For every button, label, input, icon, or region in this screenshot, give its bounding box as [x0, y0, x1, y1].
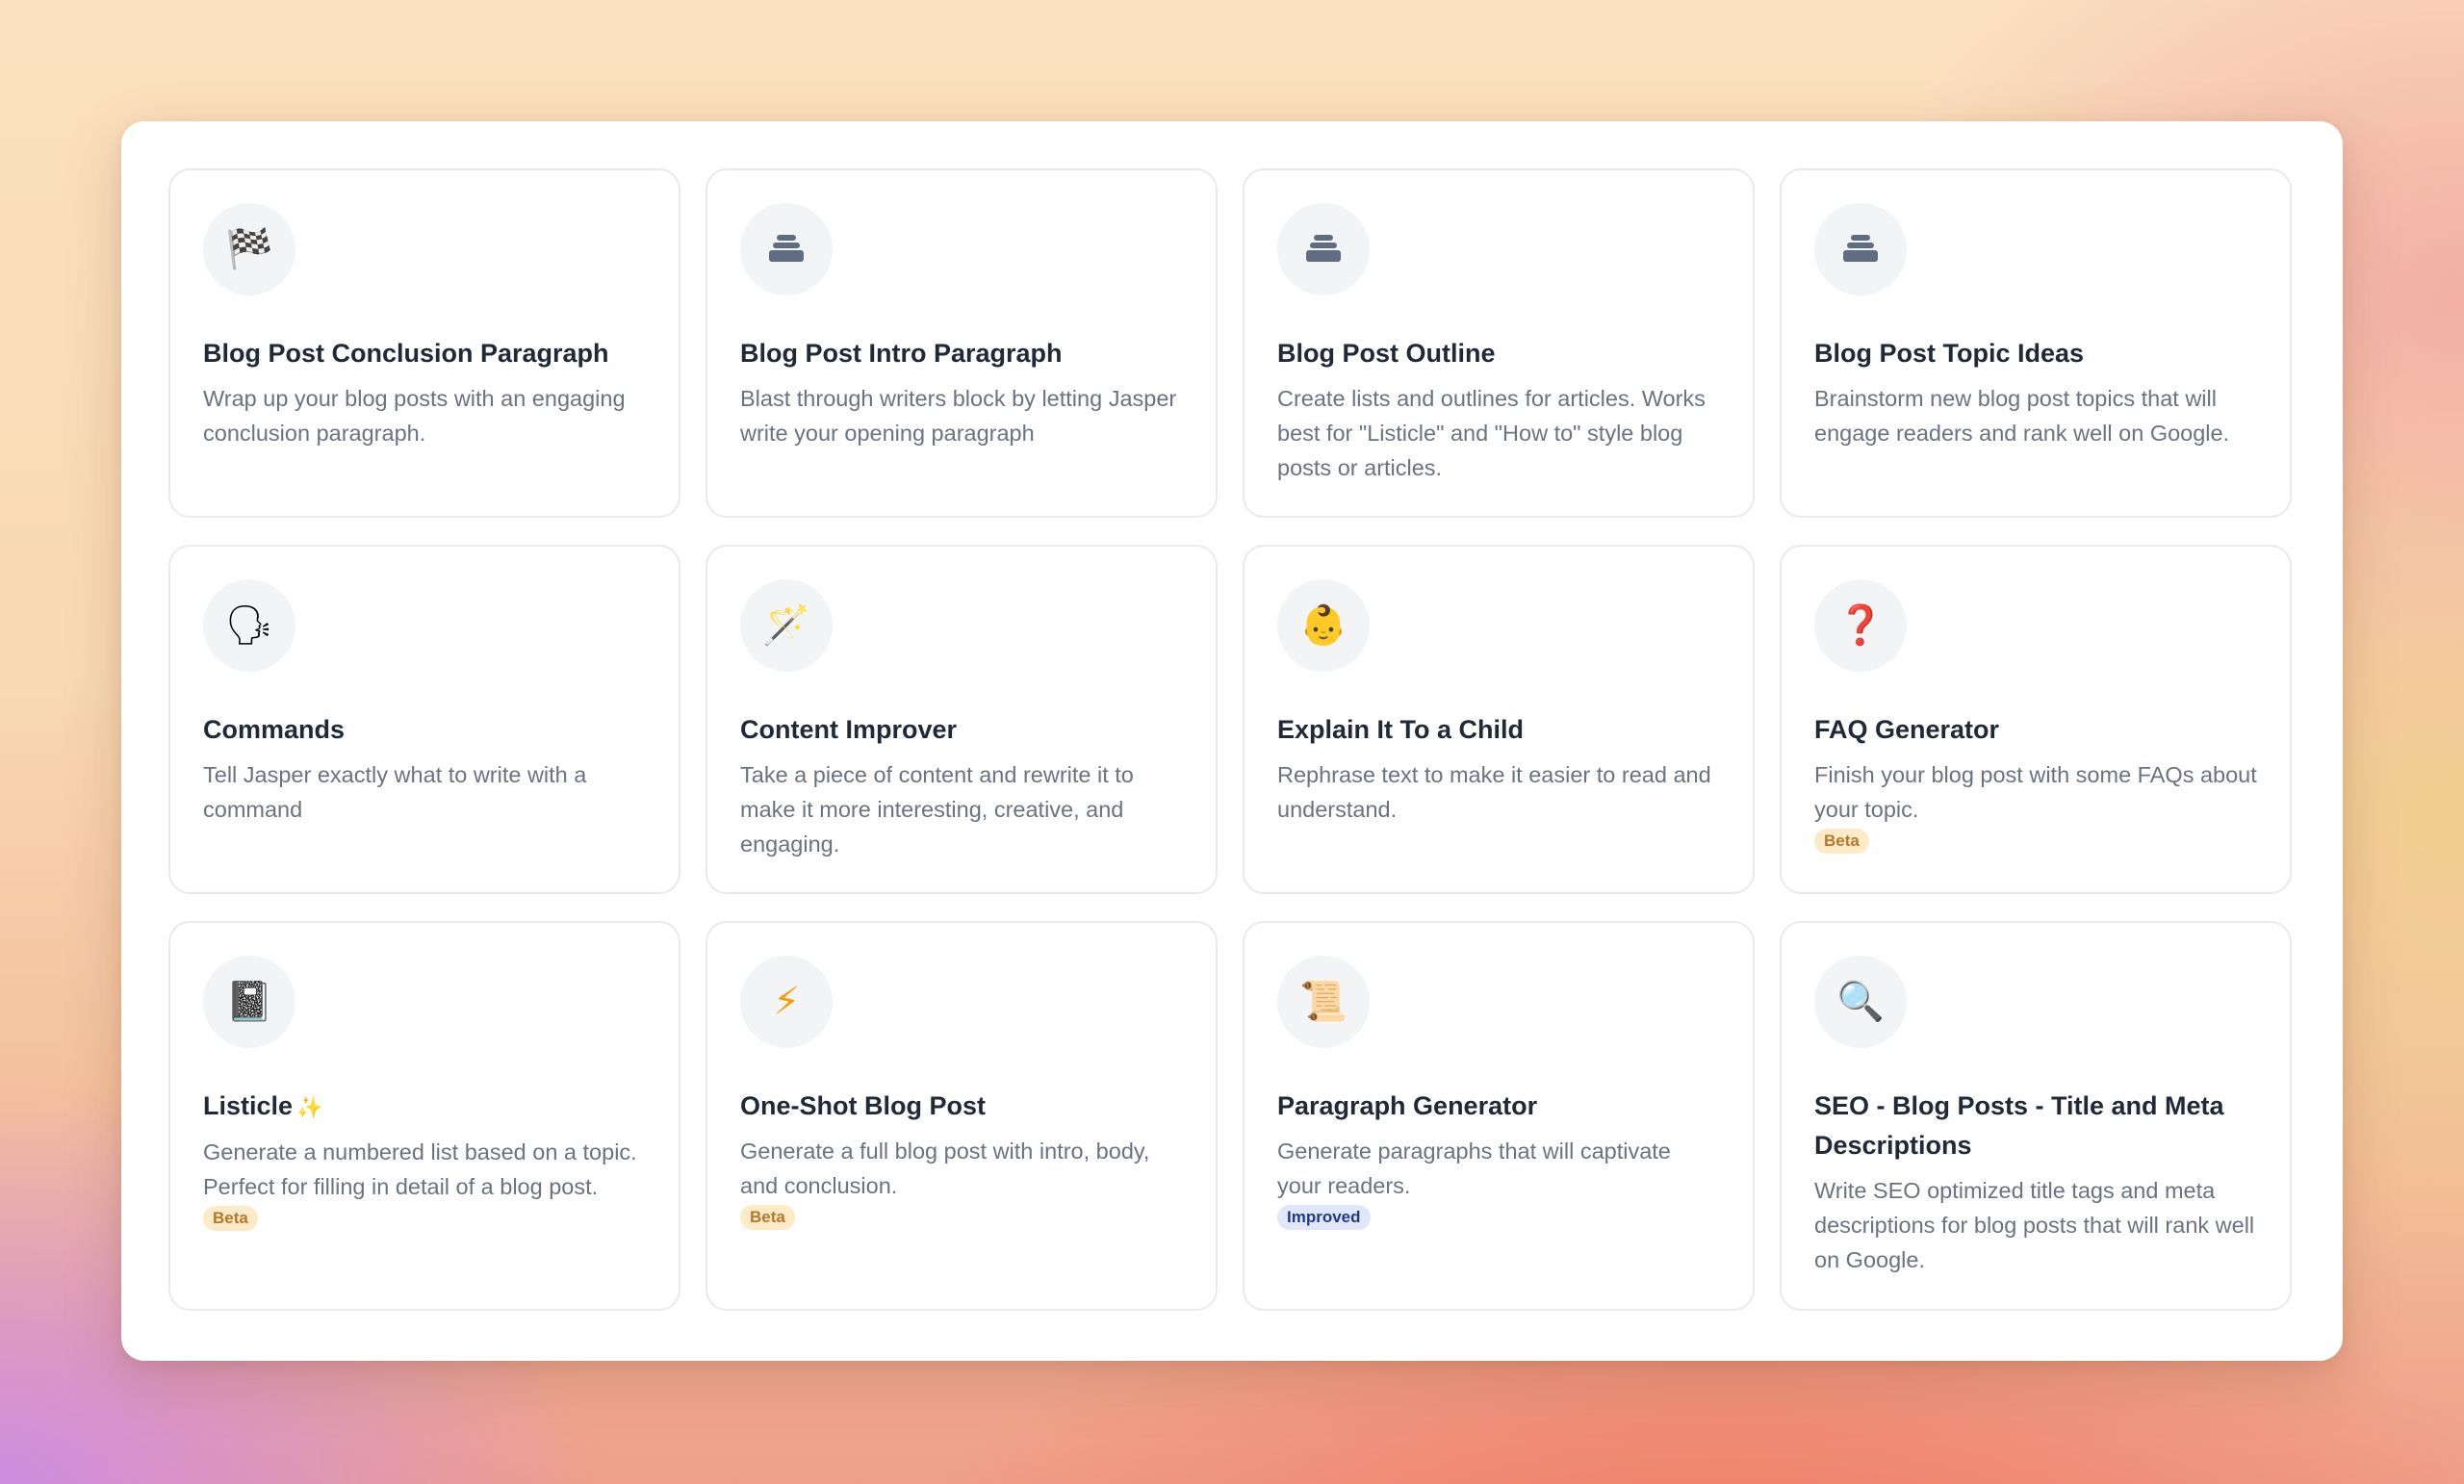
- magnifying-glass-icon: 🔍: [1814, 956, 1907, 1048]
- scroll-icon: 📜: [1277, 956, 1370, 1048]
- inbox-tray-icon: [740, 203, 833, 295]
- beta-badge: Beta: [1814, 829, 1869, 854]
- beta-badge: Beta: [203, 1206, 258, 1231]
- card-description: Create lists and outlines for articles. …: [1277, 386, 1706, 480]
- template-card-one-shot-blog-post[interactable]: ⚡ One-Shot Blog Post Generate a full blo…: [706, 921, 1218, 1311]
- card-title: FAQ Generator: [1814, 715, 2000, 744]
- card-title: Content Improver: [740, 715, 958, 744]
- card-title: SEO - Blog Posts - Title and Meta Descri…: [1814, 1091, 2224, 1160]
- template-card-faq-generator[interactable]: ❓ FAQ Generator Finish your blog post wi…: [1780, 545, 2292, 894]
- card-title: Explain It To a Child: [1277, 715, 1525, 744]
- lightning-bolt-icon: ⚡: [740, 956, 833, 1048]
- card-title: Commands: [203, 715, 346, 744]
- card-title-wrap: Listicle ✨: [203, 1087, 646, 1127]
- inbox-tray-icon: [1814, 203, 1907, 295]
- template-card-explain-to-child[interactable]: 👶 Explain It To a Child Rephrase text to…: [1243, 545, 1755, 894]
- template-card-blog-post-topic-ideas[interactable]: Blog Post Topic Ideas Brainstorm new blo…: [1780, 168, 2292, 518]
- template-card-commands[interactable]: 🗣 Commands Tell Jasper exactly what to w…: [168, 545, 680, 894]
- magic-wand-icon: 🪄: [740, 579, 833, 672]
- template-card-seo-title-meta[interactable]: 🔍 SEO - Blog Posts - Title and Meta Desc…: [1780, 921, 2292, 1311]
- checkered-flag-icon: 🏁: [203, 203, 295, 295]
- card-title: Blog Post Topic Ideas: [1814, 339, 2085, 368]
- card-description: Blast through writers block by letting J…: [740, 386, 1177, 446]
- improved-badge: Improved: [1277, 1205, 1371, 1230]
- templates-grid: 🏁 Blog Post Conclusion Paragraph Wrap up…: [168, 168, 2293, 1311]
- card-title: Listicle: [203, 1091, 294, 1120]
- card-description: Rephrase text to make it easier to read …: [1277, 762, 1711, 822]
- baby-face-icon: 👶: [1277, 579, 1370, 672]
- card-description: Brainstorm new blog post topics that wil…: [1814, 386, 2230, 446]
- sparkles-icon: ✨: [296, 1095, 323, 1119]
- template-card-blog-post-outline[interactable]: Blog Post Outline Create lists and outli…: [1243, 168, 1755, 518]
- card-title: Blog Post Conclusion Paragraph: [203, 339, 609, 368]
- card-description: Generate a full blog post with intro, bo…: [740, 1139, 1150, 1198]
- card-title: Paragraph Generator: [1277, 1091, 1538, 1120]
- card-description: Tell Jasper exactly what to write with a…: [203, 762, 587, 822]
- question-mark-icon: ❓: [1814, 579, 1907, 672]
- card-description: Write SEO optimized title tags and meta …: [1814, 1178, 2255, 1272]
- notebook-icon: 📓: [203, 956, 295, 1048]
- card-title: One-Shot Blog Post: [740, 1091, 986, 1120]
- speaking-head-icon: 🗣: [203, 579, 295, 672]
- beta-badge: Beta: [740, 1205, 795, 1230]
- templates-panel: 🏁 Blog Post Conclusion Paragraph Wrap up…: [121, 121, 2343, 1361]
- template-card-content-improver[interactable]: 🪄 Content Improver Take a piece of conte…: [706, 545, 1218, 894]
- template-card-blog-post-conclusion[interactable]: 🏁 Blog Post Conclusion Paragraph Wrap up…: [168, 168, 680, 518]
- card-description: Generate a numbered list based on a topi…: [203, 1139, 637, 1199]
- template-card-blog-post-intro[interactable]: Blog Post Intro Paragraph Blast through …: [706, 168, 1218, 518]
- template-card-listicle[interactable]: 📓 Listicle ✨ Generate a numbered list bas…: [168, 921, 680, 1311]
- template-card-paragraph-generator[interactable]: 📜 Paragraph Generator Generate paragraph…: [1243, 921, 1755, 1311]
- card-description: Wrap up your blog posts with an engaging…: [203, 386, 626, 446]
- inbox-tray-icon: [1277, 203, 1370, 295]
- card-description: Generate paragraphs that will captivate …: [1277, 1139, 1671, 1198]
- card-description: Take a piece of content and rewrite it t…: [740, 762, 1134, 857]
- card-title: Blog Post Intro Paragraph: [740, 339, 1063, 368]
- card-title: Blog Post Outline: [1277, 339, 1496, 368]
- card-description: Finish your blog post with some FAQs abo…: [1814, 762, 2257, 822]
